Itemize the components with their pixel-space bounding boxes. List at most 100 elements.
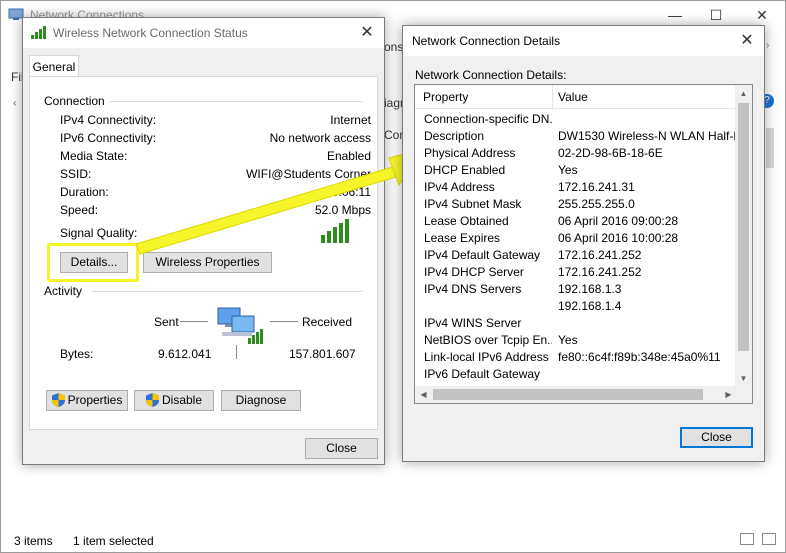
details-list-label: Network Connection Details:: [415, 68, 567, 82]
column-divider[interactable]: [552, 85, 553, 109]
details-dialog-titlebar[interactable]: Network Connection Details ✕: [403, 26, 764, 56]
row-value: No network access: [269, 131, 371, 145]
details-dialog-title: Network Connection Details: [412, 34, 561, 48]
table-row[interactable]: Lease Obtained 06 April 2016 09:00:28: [415, 214, 737, 231]
close-window-button[interactable]: ✕: [742, 4, 782, 26]
wireless-status-dialog: Wireless Network Connection Status ✕ Gen…: [22, 17, 385, 465]
table-row[interactable]: 192.168.1.4: [415, 299, 737, 316]
table-row[interactable]: IPv4 Default Gateway 172.16.241.252: [415, 248, 737, 265]
status-dialog-titlebar[interactable]: Wireless Network Connection Status ✕: [23, 18, 384, 48]
activity-group-divider: [92, 291, 363, 292]
details-list-header: Property Value: [415, 85, 737, 109]
vertical-scrollbar[interactable]: ▲ ▼: [735, 85, 752, 387]
row-property: Link-local IPv6 Address: [424, 350, 549, 364]
row-value: fe80::6c4f:f89b:348e:45a0%11: [558, 350, 721, 364]
row-value: 172.16.241.31: [558, 180, 635, 194]
table-row[interactable]: NetBIOS over Tcpip En... Yes: [415, 333, 737, 350]
disable-button-label: Disable: [161, 393, 203, 407]
sent-label: Sent: [154, 315, 179, 329]
table-row[interactable]: IPv4 Address 172.16.241.31: [415, 180, 737, 197]
connection-group-divider: [110, 101, 363, 102]
row-property: Connection-specific DN...: [424, 112, 552, 126]
table-row[interactable]: IPv4 Subnet Mask 255.255.255.0: [415, 197, 737, 214]
bytes-divider: [236, 345, 237, 359]
signal-bars-icon: [31, 26, 47, 39]
status-close-button[interactable]: Close: [305, 438, 378, 459]
row-value: 255.255.255.0: [558, 197, 635, 211]
status-dialog-close-icon[interactable]: ✕: [352, 20, 382, 46]
scroll-up-icon[interactable]: ▲: [735, 85, 752, 102]
vertical-scroll-thumb[interactable]: [738, 103, 749, 351]
table-row[interactable]: Link-local IPv6 Address fe80::6c4f:f89b:3…: [415, 350, 737, 367]
details-dialog-close-icon[interactable]: ✕: [732, 28, 762, 54]
properties-button[interactable]: Properties: [46, 390, 128, 411]
wireless-properties-button[interactable]: Wireless Properties: [143, 252, 272, 273]
value-column-header[interactable]: Value: [558, 90, 588, 104]
maximize-button[interactable]: ☐: [696, 4, 736, 26]
row-property: IPv4 Default Gateway: [424, 248, 541, 262]
row-property: Physical Address: [424, 146, 516, 160]
row-value: 02-2D-98-6B-18-6E: [558, 146, 663, 160]
row-value: Enabled: [326, 149, 371, 163]
back-arrow-icon[interactable]: ‹: [13, 98, 21, 109]
background-scrollbar[interactable]: [766, 128, 774, 168]
row-property: Lease Expires: [424, 231, 501, 245]
scroll-left-icon[interactable]: ◀: [415, 386, 432, 403]
row-property: IPv4 Subnet Mask: [424, 197, 522, 211]
status-dialog-title: Wireless Network Connection Status: [53, 26, 248, 40]
status-item-count: 3 items: [14, 534, 53, 548]
row-value: WIFI@Students Corner: [246, 167, 371, 181]
bytes-label: Bytes:: [60, 347, 94, 361]
details-close-button[interactable]: Close: [680, 427, 753, 448]
bytes-received-value: 157.801.607: [289, 347, 356, 361]
scroll-corner: [735, 386, 752, 403]
scroll-down-icon[interactable]: ▼: [735, 370, 752, 387]
minimize-button[interactable]: —: [655, 4, 695, 26]
row-value: Yes: [558, 163, 578, 177]
row-property: IPv6 Default Gateway: [424, 367, 541, 381]
row-value: DW1530 Wireless-N WLAN Half-Mini: [558, 129, 736, 143]
table-row[interactable]: IPv4 DHCP Server 172.16.241.252: [415, 265, 737, 282]
uac-shield-icon: [145, 393, 159, 407]
horizontal-scroll-thumb[interactable]: [433, 389, 703, 400]
received-line: [270, 321, 298, 322]
received-label: Received: [302, 315, 353, 329]
table-row[interactable]: IPv4 WINS Server: [415, 316, 737, 333]
large-icons-view-icon[interactable]: [762, 533, 776, 545]
horizontal-scrollbar[interactable]: ◀ ▶: [415, 386, 737, 403]
table-row[interactable]: Physical Address 02-2D-98-6B-18-6E: [415, 146, 737, 163]
row-property: Description: [424, 129, 485, 143]
row-label: SSID:: [60, 167, 92, 181]
signal-quality-label: Signal Quality:: [60, 226, 138, 240]
property-column-header[interactable]: Property: [423, 90, 468, 104]
row-value: Yes: [558, 333, 578, 347]
row-value: 00:06:11: [325, 185, 371, 199]
uac-shield-icon: [51, 393, 65, 407]
table-row[interactable]: Description DW1530 Wireless-N WLAN Half-M…: [415, 129, 737, 146]
table-row[interactable]: IPv6 Default Gateway: [415, 367, 737, 384]
chevron-icon[interactable]: ›: [766, 40, 776, 56]
table-row[interactable]: DHCP Enabled Yes: [415, 163, 737, 180]
row-property: IPv4 WINS Server: [424, 316, 522, 330]
row-value: 06 April 2016 10:00:28: [558, 231, 679, 245]
details-view-icon[interactable]: [740, 533, 754, 545]
table-row[interactable]: Lease Expires 06 April 2016 10:00:28: [415, 231, 737, 248]
disable-button[interactable]: Disable: [134, 390, 214, 411]
toolbar-fragment-ons: ons: [384, 40, 404, 54]
status-bar: 3 items 1 item selected: [0, 530, 786, 552]
details-button[interactable]: Details...: [60, 252, 128, 273]
table-row[interactable]: IPv4 DNS Servers 192.168.1.3: [415, 282, 737, 299]
row-label: Media State:: [60, 149, 128, 163]
row-label: Speed:: [60, 203, 99, 217]
row-property: NetBIOS over Tcpip En...: [424, 333, 552, 347]
details-list[interactable]: Property Value Connection-specific DN...…: [414, 84, 753, 404]
row-value: 192.168.1.4: [558, 299, 622, 313]
sent-line: [180, 321, 208, 322]
diagnose-button[interactable]: Diagnose: [221, 390, 301, 411]
table-row[interactable]: Connection-specific DN...: [415, 112, 737, 129]
row-label: IPv4 Connectivity:: [60, 113, 157, 127]
tab-general[interactable]: General: [29, 55, 79, 77]
signal-quality-bars-icon: [321, 219, 351, 243]
row-value: 172.16.241.252: [558, 265, 642, 279]
general-tab-panel: Connection IPv4 Connectivity: Internet I…: [29, 76, 378, 430]
